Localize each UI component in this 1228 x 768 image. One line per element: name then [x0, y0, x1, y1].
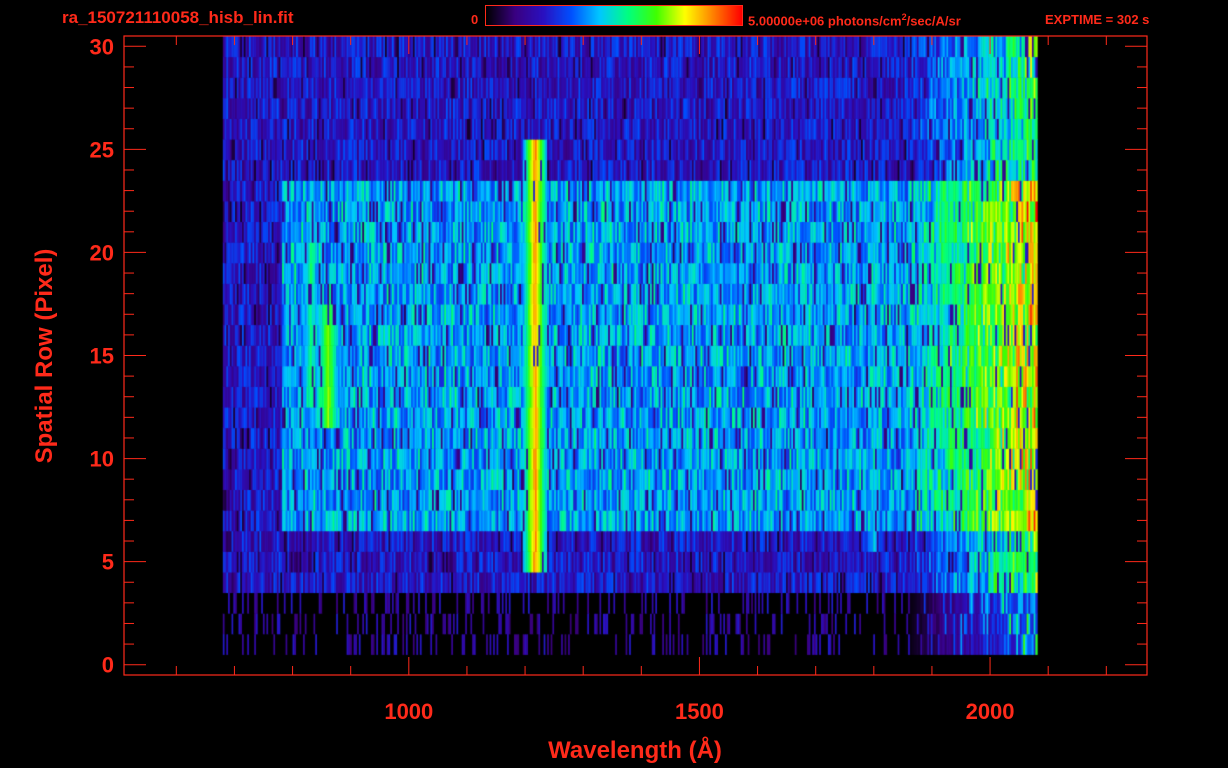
x-tick-label: 1500: [675, 699, 724, 724]
spectrum-heatmap: [124, 36, 1147, 675]
y-tick-label: 10: [90, 447, 114, 472]
y-tick-label: 0: [102, 653, 114, 678]
y-tick-label: 30: [90, 34, 114, 59]
y-tick-label: 25: [90, 137, 114, 162]
x-tick-label: 2000: [966, 699, 1015, 724]
y-axis-title: Spatial Row (Pixel): [31, 249, 58, 464]
y-tick-label: 5: [102, 550, 114, 575]
x-tick-label: 1000: [384, 699, 433, 724]
spectrum-plot: 1000 1500 2000 0 5 10 15 20 25 30 Wavelength (Å)…: [31, 34, 1148, 764]
y-tick-label: 15: [90, 344, 114, 369]
y-tick-label: 20: [90, 240, 114, 265]
heatmap-container: [124, 36, 1147, 675]
x-axis-title: Wavelength (Å): [548, 736, 722, 764]
